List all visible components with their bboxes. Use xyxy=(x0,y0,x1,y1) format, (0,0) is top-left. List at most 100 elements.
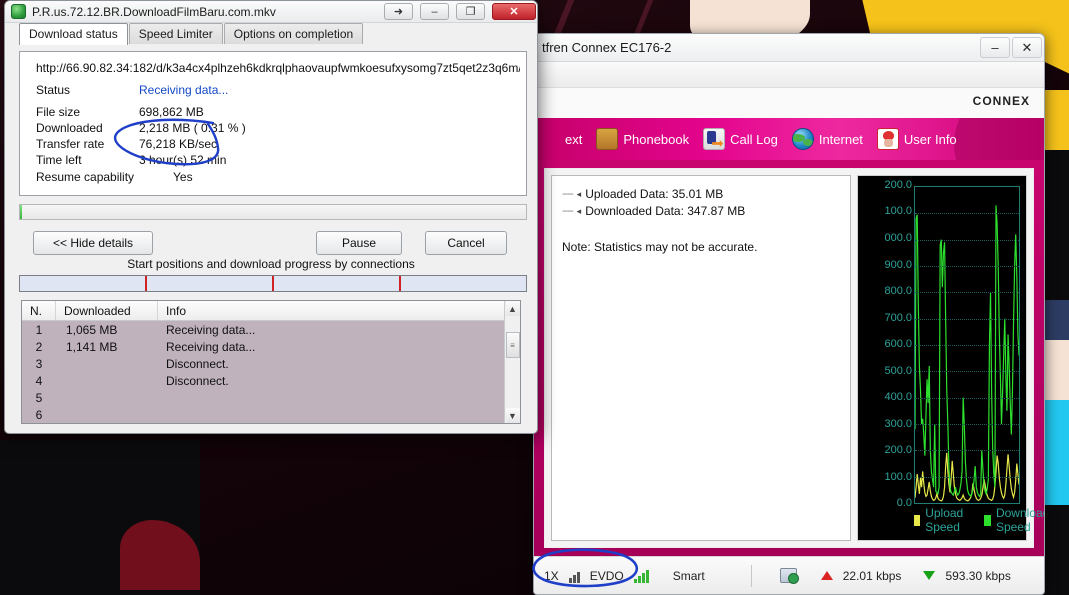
cell-n: 6 xyxy=(35,407,43,422)
download-progress-bar xyxy=(19,204,527,220)
stat-downloaded-label: Downloaded Data: 347.87 MB xyxy=(585,204,746,218)
cell-info: Disconnect. xyxy=(166,373,229,388)
table-row[interactable]: 2 1,141 MB Receiving data... xyxy=(22,338,504,355)
nav-item-internet[interactable]: Internet xyxy=(791,128,863,150)
connex-close-button[interactable]: ✕ xyxy=(1012,37,1042,58)
tree-bullet-icon: ◂ xyxy=(576,205,582,216)
chart-y-tick-label: 600.0 xyxy=(884,338,912,350)
chart-series-download-speed xyxy=(915,205,1019,496)
network-connected-icon xyxy=(779,568,799,584)
chart-gridline xyxy=(915,345,1019,346)
table-row[interactable]: 1 1,065 MB Receiving data... xyxy=(22,321,504,338)
book-icon xyxy=(596,128,619,150)
connections-list[interactable]: N. Downloaded Info 1 1,065 MB Receiving … xyxy=(21,300,521,424)
hide-details-button[interactable]: << Hide details xyxy=(33,231,153,255)
table-row[interactable]: 4 Disconnect. xyxy=(22,372,504,389)
table-row[interactable]: 3 Disconnect. xyxy=(22,355,504,372)
download-url: http://66.90.82.34:182/d/k3a4cx4plhzeh6k… xyxy=(36,61,520,75)
connex-content-area: ---- ◂ Uploaded Data: 35.01 MB ---- ◂ Do… xyxy=(534,160,1044,556)
connex-minimize-button[interactable]: – xyxy=(980,37,1010,58)
idm-download-dialog[interactable]: P.R.us.72.12.BR.DownloadFilmBaru.com.mkv… xyxy=(4,0,538,434)
connections-scrollbar[interactable]: ▲ ≡ ▼ xyxy=(504,301,520,423)
call-log-icon xyxy=(703,128,726,150)
legend-label-upload: Upload Speed xyxy=(925,506,964,534)
idm-tab-strip[interactable]: Download status Speed Limiter Options on… xyxy=(5,23,537,45)
column-header-downloaded: Downloaded xyxy=(56,301,158,320)
connection-segment xyxy=(401,276,526,291)
scrollbar-thumb[interactable]: ≡ xyxy=(505,332,520,358)
connection-segment xyxy=(147,276,274,291)
chart-y-tick-label: 100.0 xyxy=(884,205,912,218)
tab-options-on-completion[interactable]: Options on completion xyxy=(223,23,364,44)
label-file-size: File size xyxy=(36,105,81,119)
chart-y-tick-label: 200.0 xyxy=(884,179,912,191)
nav-item-phonebook[interactable]: Phonebook xyxy=(596,128,689,150)
tab-download-status[interactable]: Download status xyxy=(19,23,128,45)
chart-y-tick-label: 200.0 xyxy=(884,444,912,456)
nav-item-user-info[interactable]: User Info xyxy=(876,128,957,150)
signal-bars-green-icon xyxy=(633,569,649,583)
idm-close-button[interactable]: ✕ xyxy=(492,3,536,20)
cell-info: Disconnect. xyxy=(166,356,229,371)
tree-bullet-icon: ◂ xyxy=(576,188,582,199)
connex-brand-logo: CONNEX xyxy=(972,94,1030,108)
download-progress-fill xyxy=(20,205,23,219)
cell-n: 3 xyxy=(35,356,43,371)
chart-y-tick-label: 700.0 xyxy=(884,311,912,324)
tab-speed-limiter[interactable]: Speed Limiter xyxy=(128,23,223,44)
cancel-button[interactable]: Cancel xyxy=(425,231,507,255)
chart-y-tick-label: 800.0 xyxy=(884,284,912,297)
idm-tray-button[interactable]: ➜ xyxy=(384,3,413,20)
chart-legend: Upload Speed Download Speed xyxy=(914,506,1044,534)
connex-inner-panel: ---- ◂ Uploaded Data: 35.01 MB ---- ◂ Do… xyxy=(544,168,1044,548)
idm-titlebar[interactable]: P.R.us.72.12.BR.DownloadFilmBaru.com.mkv… xyxy=(5,1,537,23)
chart-gridline xyxy=(915,213,1019,215)
label-resume-capability: Resume capability xyxy=(36,170,135,184)
connections-list-header: N. Downloaded Info xyxy=(22,301,504,321)
idm-window-title: P.R.us.72.12.BR.DownloadFilmBaru.com.mkv xyxy=(32,4,276,19)
label-time-left: Time left xyxy=(36,153,82,167)
value-resume-capability: Yes xyxy=(173,170,193,184)
idm-maximize-button[interactable]: ❐ xyxy=(456,3,485,20)
connex-window-title: tfren Connex EC176-2 xyxy=(542,40,672,55)
status-network-evdo: EVDO xyxy=(589,568,624,583)
statistics-panel: ---- ◂ Uploaded Data: 35.01 MB ---- ◂ Do… xyxy=(551,175,851,541)
label-downloaded: Downloaded xyxy=(36,121,103,135)
chart-y-tick-label: 0.0 xyxy=(896,497,912,509)
connections-list-body: N. Downloaded Info 1 1,065 MB Receiving … xyxy=(22,301,504,423)
chart-gridline xyxy=(915,450,1019,452)
value-time-left: 3 hour(s) 52 min xyxy=(139,153,227,167)
value-transfer-rate: 76,218 KB/sec xyxy=(139,137,218,151)
cell-n: 1 xyxy=(35,322,43,337)
scroll-down-button[interactable]: ▼ xyxy=(505,408,520,423)
label-status: Status xyxy=(36,83,71,97)
nav-item-text-message[interactable]: ext xyxy=(538,128,582,150)
cell-downloaded: 1,141 MB xyxy=(66,339,118,354)
status-download-speed: 593.30 kbps xyxy=(945,568,1011,583)
legend-swatch-upload xyxy=(914,514,921,526)
status-network-1x: 1X xyxy=(544,568,559,583)
chart-gridline xyxy=(915,397,1019,399)
table-row[interactable]: 6 xyxy=(22,406,504,423)
tree-connector: ---- xyxy=(562,205,574,217)
arrow-down-icon xyxy=(923,571,936,580)
nav-item-call-log[interactable]: Call Log xyxy=(703,128,778,150)
chart-y-tick-label: 100.0 xyxy=(884,470,912,483)
connex-titlebar[interactable]: tfren Connex EC176-2 – ✕ xyxy=(534,34,1044,62)
chart-gridline xyxy=(915,239,1019,241)
stat-uploaded-label: Uploaded Data: 35.01 MB xyxy=(585,187,724,201)
connex-modem-window[interactable]: tfren Connex EC176-2 – ✕ CONNEX ext Phon… xyxy=(533,33,1045,595)
idm-minimize-button[interactable]: – xyxy=(420,3,449,20)
stat-downloaded-data: ---- ◂ Downloaded Data: 347.87 MB xyxy=(562,204,840,218)
label-transfer-rate: Transfer rate xyxy=(36,137,105,151)
tree-connector: ---- xyxy=(562,188,574,200)
table-row[interactable]: 5 xyxy=(22,389,504,406)
chart-gridline xyxy=(915,371,1019,373)
chart-area: Upload Speed Download Speed 200.0 100.0 00… xyxy=(858,176,1044,540)
cell-info: Receiving data... xyxy=(166,339,256,354)
connex-nav-bar[interactable]: ext Phonebook Call Log Internet User Inf… xyxy=(534,118,1044,160)
connections-rows: 1 1,065 MB Receiving data... 2 1,141 MB … xyxy=(22,321,504,423)
pause-button[interactable]: Pause xyxy=(316,231,402,255)
scroll-up-button[interactable]: ▲ xyxy=(505,301,520,316)
idm-status-panel: http://66.90.82.34:182/d/k3a4cx4plhzeh6k… xyxy=(19,51,527,196)
